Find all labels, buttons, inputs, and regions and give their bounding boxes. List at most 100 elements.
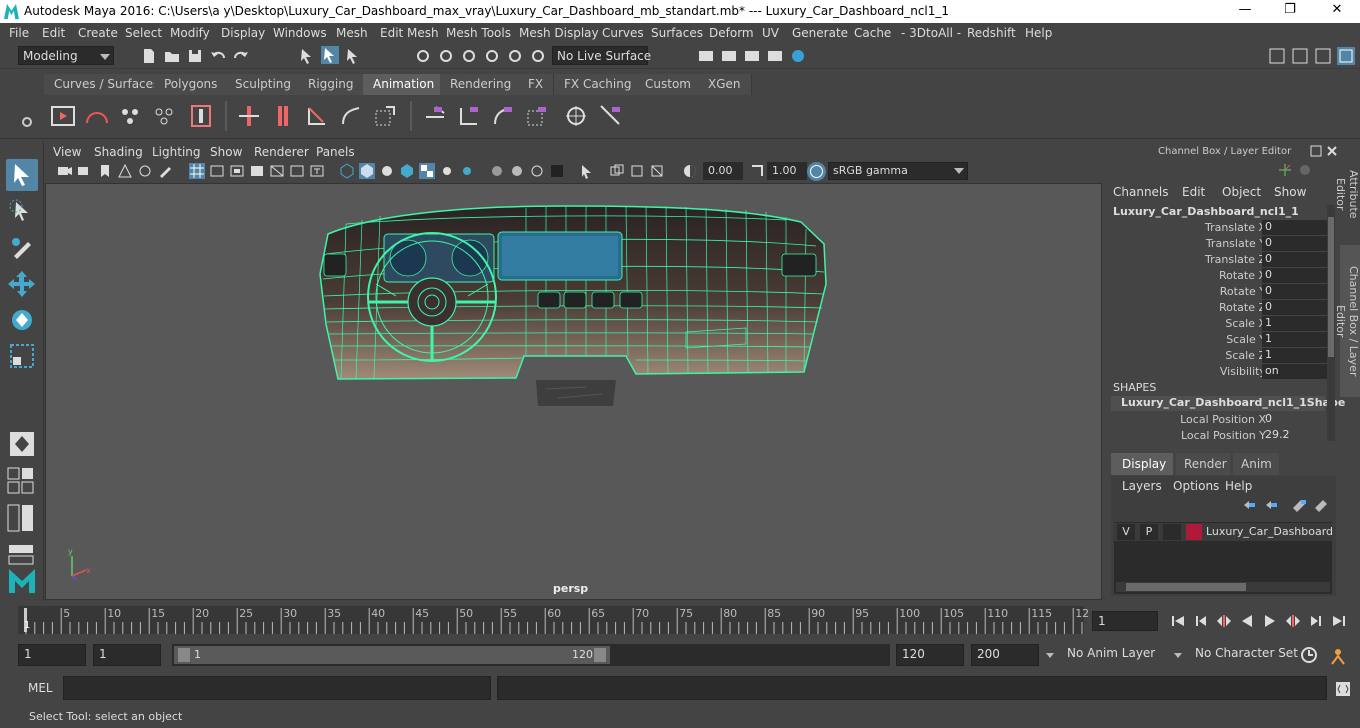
wireframe-on-shaded-icon[interactable] — [379, 163, 395, 179]
channel-box-settings-icon[interactable] — [1298, 163, 1312, 177]
layer-list-scrollbar[interactable] — [1116, 582, 1330, 592]
channels-show-menu[interactable]: Show — [1274, 185, 1306, 199]
step-back-key-icon[interactable] — [1216, 613, 1232, 629]
unghost-icon[interactable] — [152, 103, 178, 129]
step-back-frame-icon[interactable] — [1193, 613, 1209, 629]
select-by-hierarchy-icon[interactable] — [298, 47, 316, 65]
render-view-icon[interactable] — [697, 47, 715, 65]
float-panel-icon[interactable] — [1310, 145, 1322, 157]
undo-icon[interactable] — [209, 47, 227, 65]
exposure-icon[interactable] — [682, 163, 698, 179]
move-layer-down-icon[interactable] — [1263, 498, 1279, 512]
maya-home-icon[interactable] — [6, 565, 38, 597]
gamma-field[interactable]: 1.00 — [767, 162, 807, 180]
paint-select-tool-icon[interactable] — [6, 232, 38, 264]
image-plane-icon[interactable] — [117, 163, 133, 179]
animation-end-field[interactable]: 200 — [971, 644, 1039, 666]
shelf-tab-fx[interactable]: FX — [518, 74, 555, 95]
show-manipulator-icon[interactable] — [6, 428, 38, 460]
textured-icon[interactable] — [399, 163, 415, 179]
smooth-shade-icon[interactable] — [359, 163, 375, 179]
orient-constraint-icon[interactable] — [490, 103, 516, 129]
shelf-tab-fx-caching[interactable]: FX Caching — [554, 74, 643, 95]
gamma-icon[interactable] — [749, 163, 765, 179]
timeline-track[interactable]: 5 10 15 20 25 30 35 40 45 50 55 60 65 70 75 80 85 90 95 100… — [18, 606, 1089, 634]
menu-windows[interactable]: Windows — [273, 26, 327, 40]
exposure-field[interactable]: 0.00 — [703, 162, 743, 180]
grid-toggle-icon[interactable] — [189, 163, 205, 179]
scale-constraint-icon[interactable] — [524, 103, 550, 129]
selected-object-name[interactable]: Luxury_Car_Dashboard_ncl1_1 — [1113, 205, 1299, 218]
move-tool-icon[interactable] — [6, 268, 38, 300]
joint-tool-icon[interactable] — [304, 103, 330, 129]
depth-of-field-icon[interactable] — [529, 163, 545, 179]
channel-scale-x[interactable]: Scale X1 — [1106, 316, 1328, 332]
layer-list-scroll-thumb[interactable] — [1126, 583, 1246, 591]
new-scene-icon[interactable] — [140, 47, 158, 65]
channel-translate-x[interactable]: Translate X0 — [1106, 220, 1328, 236]
range-start-grip[interactable] — [178, 648, 190, 662]
layer-row[interactable]: V P Luxury_Car_Dashboard — [1114, 523, 1333, 541]
menu-mesh-tools[interactable]: Mesh Tools — [446, 26, 511, 40]
viewport-menu-view[interactable]: View — [53, 145, 81, 159]
isolate-select-icon[interactable] — [549, 163, 565, 179]
range-end-grip[interactable] — [594, 648, 606, 662]
select-by-component-icon[interactable] — [344, 47, 362, 65]
aim-constraint-icon[interactable] — [564, 103, 590, 129]
point-constraint-icon[interactable] — [456, 103, 482, 129]
layer-tab-anim[interactable]: Anim — [1233, 453, 1279, 475]
range-bar-handle[interactable]: 1 120 — [174, 646, 610, 664]
channel-scale-y[interactable]: Scale Y1 — [1106, 332, 1328, 348]
anim-layer-dropdown[interactable]: No Anim Layer — [1062, 644, 1164, 666]
shadows-icon[interactable] — [439, 163, 455, 179]
layer-name[interactable]: Luxury_Car_Dashboard — [1206, 525, 1333, 538]
workspace-icon[interactable] — [1268, 47, 1286, 65]
channel-translate-z[interactable]: Translate Z0 — [1106, 252, 1328, 268]
select-by-object-icon[interactable] — [321, 46, 339, 64]
auto-key-icon[interactable] — [1300, 646, 1318, 664]
chevron-down-icon[interactable] — [1044, 649, 1056, 661]
shelf-tab-rendering[interactable]: Rendering — [440, 74, 523, 95]
safe-action-icon[interactable] — [289, 163, 305, 179]
current-frame-field[interactable]: 1 — [1092, 611, 1158, 631]
play-backwards-icon[interactable] — [1239, 613, 1255, 629]
camera-select-icon[interactable] — [57, 163, 73, 179]
viewport-menu-shading[interactable]: Shading — [94, 145, 143, 159]
shelf-tab-rigging[interactable]: Rigging — [298, 74, 365, 95]
safe-title-icon[interactable] — [309, 163, 325, 179]
snap-view-plane-icon[interactable] — [483, 47, 501, 65]
shelf-tab-polygons[interactable]: Polygons — [154, 74, 229, 95]
tool-settings-toggle-icon[interactable] — [1314, 47, 1332, 65]
animation-preferences-icon[interactable] — [1328, 646, 1348, 666]
channel-local-position-x[interactable]: Local Position X0 — [1106, 412, 1326, 428]
menu-modify[interactable]: Modify — [170, 26, 210, 40]
render-frame-icon[interactable] — [720, 47, 738, 65]
multisample-aa-icon[interactable] — [509, 163, 525, 179]
character-set-dropdown[interactable]: No Character Set — [1190, 644, 1298, 666]
layer-tab-render[interactable]: Render — [1176, 453, 1230, 475]
use-all-lights-icon[interactable] — [419, 163, 435, 179]
range-bar[interactable]: 1 120 — [172, 644, 890, 666]
menu-mesh[interactable]: Mesh — [336, 26, 368, 40]
menu-help[interactable]: Help — [1025, 26, 1052, 40]
layout-single-icon[interactable] — [6, 466, 36, 496]
channels-object-menu[interactable]: Object — [1222, 185, 1261, 199]
x-ray-icon[interactable] — [579, 163, 595, 179]
menu-redshift[interactable]: Redshift — [967, 26, 1016, 40]
channel-visibility[interactable]: Visibility on — [1106, 364, 1328, 380]
go-to-start-icon[interactable] — [1170, 613, 1186, 629]
film-gate-icon[interactable] — [209, 163, 225, 179]
chevron-down-icon[interactable] — [1172, 649, 1184, 661]
camera-attributes-icon[interactable] — [77, 163, 93, 179]
shelf-settings-icon[interactable] — [20, 115, 34, 129]
create-timeline-icon[interactable] — [188, 103, 214, 129]
layers-menu[interactable]: Layers — [1122, 479, 1162, 493]
motion-trail-icon[interactable] — [84, 103, 110, 129]
snap-live-icon[interactable] — [529, 47, 547, 65]
close-button[interactable]: ✕ — [1322, 2, 1352, 20]
layer-display-type-toggle[interactable] — [1163, 524, 1181, 540]
resolution-gate-icon[interactable] — [229, 163, 245, 179]
view-transform-dropdown[interactable]: sRGB gamma — [828, 162, 968, 180]
menu-cache[interactable]: Cache — [854, 26, 891, 40]
layer-color-swatch[interactable] — [1186, 524, 1202, 540]
